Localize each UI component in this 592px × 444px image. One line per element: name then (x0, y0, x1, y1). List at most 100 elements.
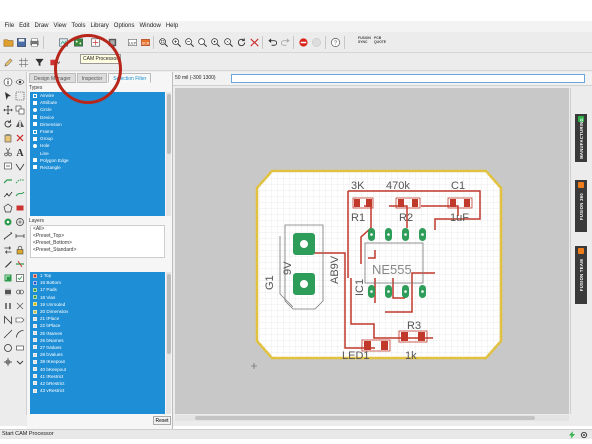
layer-item[interactable]: 19 Unrouted (30, 301, 165, 308)
rotate-icon[interactable] (2, 118, 14, 130)
stop-icon[interactable] (297, 36, 309, 48)
layer-item[interactable]: 26 bNames (30, 337, 165, 344)
menu-edit[interactable]: Edit (17, 21, 32, 32)
layer-item[interactable]: 25 tNames (30, 330, 165, 337)
optimize-icon[interactable] (14, 188, 26, 200)
layer-item[interactable]: 42 bRestrict (30, 380, 165, 387)
command-line-input[interactable] (231, 74, 585, 83)
list-item[interactable]: <All> (31, 226, 164, 233)
menu-view[interactable]: View (51, 21, 69, 32)
value-icon[interactable] (2, 160, 14, 172)
layer-item[interactable]: 41 tRestrict (30, 373, 165, 380)
mark-icon[interactable] (2, 356, 14, 368)
move-icon[interactable] (2, 104, 14, 116)
list-item[interactable]: Device (30, 114, 165, 121)
list-item[interactable]: Airwire (30, 92, 165, 99)
polygon-icon[interactable] (2, 202, 14, 214)
layers-list[interactable]: 1 Top 16 Bottom 17 Pads 18 Vias 19 Unrouted 2… (30, 272, 165, 414)
list-item[interactable]: Attribute (30, 99, 165, 106)
layer-item[interactable]: 21 tPlace (30, 315, 165, 322)
menu-help[interactable]: Help (163, 21, 180, 32)
mirror-icon[interactable] (14, 118, 26, 130)
layer-item[interactable]: 40 bKeepout (30, 365, 165, 372)
layer-item[interactable]: 43 vRestrict (30, 387, 165, 394)
list-item[interactable]: Line (30, 150, 165, 157)
undo-icon[interactable] (266, 36, 278, 48)
tab-design-manager[interactable]: Design Manager (29, 73, 76, 83)
grid-icon[interactable] (17, 56, 29, 68)
layer-item[interactable]: 28 bValues (30, 351, 165, 358)
layer-item[interactable]: 16 Bottom (30, 279, 165, 286)
list-item[interactable]: Dimension (30, 121, 165, 128)
list-item[interactable]: <Preset_Top> (31, 233, 164, 240)
ripup-icon[interactable] (14, 174, 26, 186)
lightning-icon[interactable] (568, 431, 576, 439)
group-icon[interactable] (14, 90, 26, 102)
layers-scrollbar[interactable] (166, 272, 171, 414)
help-icon[interactable]: ? (329, 36, 341, 48)
zoom-redraw-icon[interactable] (196, 36, 208, 48)
menu-tools[interactable]: Tools (69, 21, 88, 32)
list-item[interactable]: Group (30, 135, 165, 142)
zoom-out-icon[interactable] (183, 36, 195, 48)
name-icon[interactable] (2, 314, 14, 326)
via-icon[interactable] (2, 216, 14, 228)
board-icon[interactable] (72, 36, 84, 48)
types-scrollbar[interactable] (166, 92, 171, 216)
arc-icon[interactable] (14, 328, 26, 340)
redo-icon[interactable] (279, 36, 291, 48)
info-icon[interactable] (2, 76, 14, 88)
zoom-in-icon[interactable] (170, 36, 182, 48)
list-item[interactable]: <Preset_Bottom> (31, 240, 164, 247)
types-list[interactable]: Airwire Attribute Circle Device Dimensio… (30, 92, 165, 216)
gateswap-icon[interactable] (14, 300, 26, 312)
menu-options[interactable]: Options (111, 21, 137, 32)
list-item[interactable]: Circle (30, 106, 165, 113)
schematic-icon[interactable] (89, 36, 101, 48)
fusion-team-tab[interactable]: FUSION TEAM (575, 246, 587, 304)
filter-icon[interactable] (33, 56, 45, 68)
layer-presets-list[interactable]: <All> <Preset_Top> <Preset_Bottom> <Pres… (30, 225, 165, 258)
ratsnest-icon[interactable] (248, 36, 260, 48)
list-item[interactable]: Hole (30, 142, 165, 149)
reset-button[interactable]: Reset (153, 416, 171, 425)
open-icon[interactable] (2, 36, 14, 48)
ripup-all-icon[interactable] (14, 258, 26, 270)
print-icon[interactable] (28, 36, 40, 48)
menu-draw[interactable]: Draw (32, 21, 51, 32)
replace-icon[interactable] (14, 286, 26, 298)
list-item[interactable]: Frame (30, 128, 165, 135)
go-icon[interactable] (310, 36, 322, 48)
menu-library[interactable]: Library (88, 21, 111, 32)
zoom-area-icon[interactable] (222, 36, 234, 48)
list-item[interactable]: Rectangle (30, 164, 165, 171)
zoom-fit-icon[interactable] (157, 36, 169, 48)
copy-icon[interactable] (14, 104, 26, 116)
manufacturing-tab[interactable]: MANUFACTURING (575, 114, 587, 162)
settings-icon[interactable] (580, 431, 588, 439)
refresh-icon[interactable] (235, 36, 247, 48)
scroll-thumb[interactable] (166, 94, 171, 154)
change-icon[interactable] (2, 258, 14, 270)
save-icon[interactable] (15, 36, 27, 48)
attribute-icon[interactable] (14, 342, 26, 354)
tab-inspector[interactable]: Inspector (76, 73, 108, 83)
ulp-icon[interactable]: ULP (126, 36, 138, 48)
add-part-icon[interactable] (2, 286, 14, 298)
library-icon[interactable] (106, 36, 118, 48)
circle-icon[interactable] (2, 342, 14, 354)
swap-icon[interactable] (2, 244, 14, 256)
pinswap-icon[interactable] (2, 300, 14, 312)
label-icon[interactable] (14, 314, 26, 326)
layer-item[interactable]: 17 Pads (30, 286, 165, 293)
menu-window[interactable]: Window (137, 21, 163, 32)
lock-icon[interactable] (14, 244, 26, 256)
dimension-icon[interactable] (14, 230, 26, 242)
layer-item[interactable]: 27 tValues (30, 344, 165, 351)
tab-selection-filter[interactable]: Selection Filter (108, 73, 152, 83)
eye-icon[interactable] (14, 76, 26, 88)
drc-icon[interactable] (14, 272, 26, 284)
arrow-select-icon[interactable] (2, 90, 14, 102)
zoom-select-icon[interactable] (209, 36, 221, 48)
paste-icon[interactable] (2, 132, 14, 144)
